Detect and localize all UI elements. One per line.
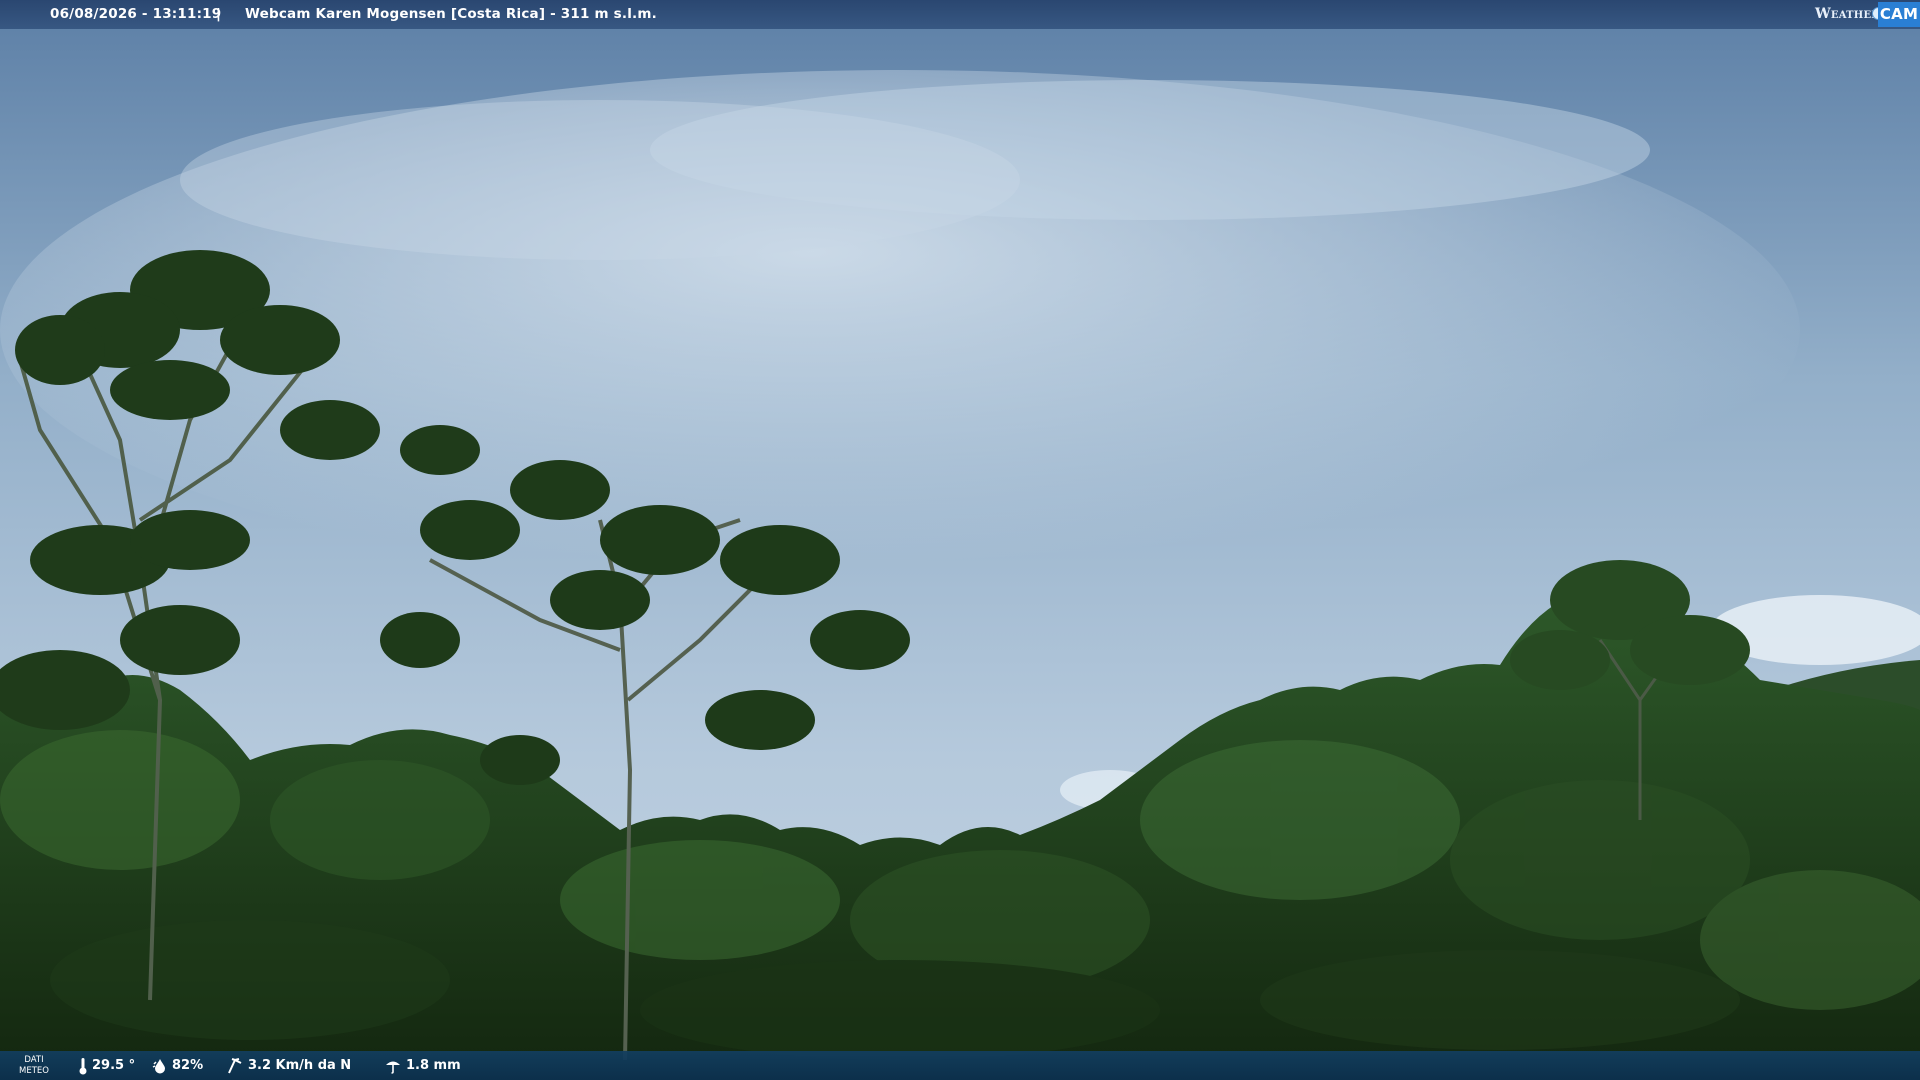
thermometer-icon [79,1057,87,1074]
wind-icon [228,1057,242,1073]
logo-weather-text: Weather [1815,6,1880,22]
header-separator: | [216,6,222,22]
rain-icon [386,1061,400,1074]
weather-data-label-line1: DATI [24,1055,44,1065]
webcam-title: Webcam Karen Mogensen [Costa Rica] - 311… [245,6,657,22]
weather-data-label: DATI METEO [14,1055,54,1077]
temperature-value: 29.5 ° [92,1058,136,1073]
rain-readout: 1.8 mm [384,1051,461,1080]
webcam-header-bar: 06/08/2026 - 13:11:19 | Webcam Karen Mog… [0,0,1920,29]
temperature-readout: 29.5 ° [78,1051,135,1080]
timestamp: 06/08/2026 - 13:11:19 [50,6,222,22]
humidity-value: 82% [172,1058,204,1073]
weather-data-bar: DATI METEO 29.5 ° 82% 3.2 Km/h da N 1.8 … [0,1051,1920,1080]
weathercam-logo: Weather CAM [1815,0,1920,29]
rain-value: 1.8 mm [406,1058,461,1073]
wind-value: 3.2 Km/h da N [248,1058,352,1073]
humidity-drop-icon [152,1058,165,1073]
webcam-image [0,0,1920,1080]
cloud-streak-left [180,100,1020,260]
webcam-frame: 06/08/2026 - 13:11:19 | Webcam Karen Mog… [0,0,1920,1080]
weather-data-label-line2: METEO [19,1066,49,1076]
logo-cam-text: CAM [1878,2,1920,27]
wind-readout: 3.2 Km/h da N [226,1051,351,1080]
humidity-readout: 82% [152,1051,203,1080]
